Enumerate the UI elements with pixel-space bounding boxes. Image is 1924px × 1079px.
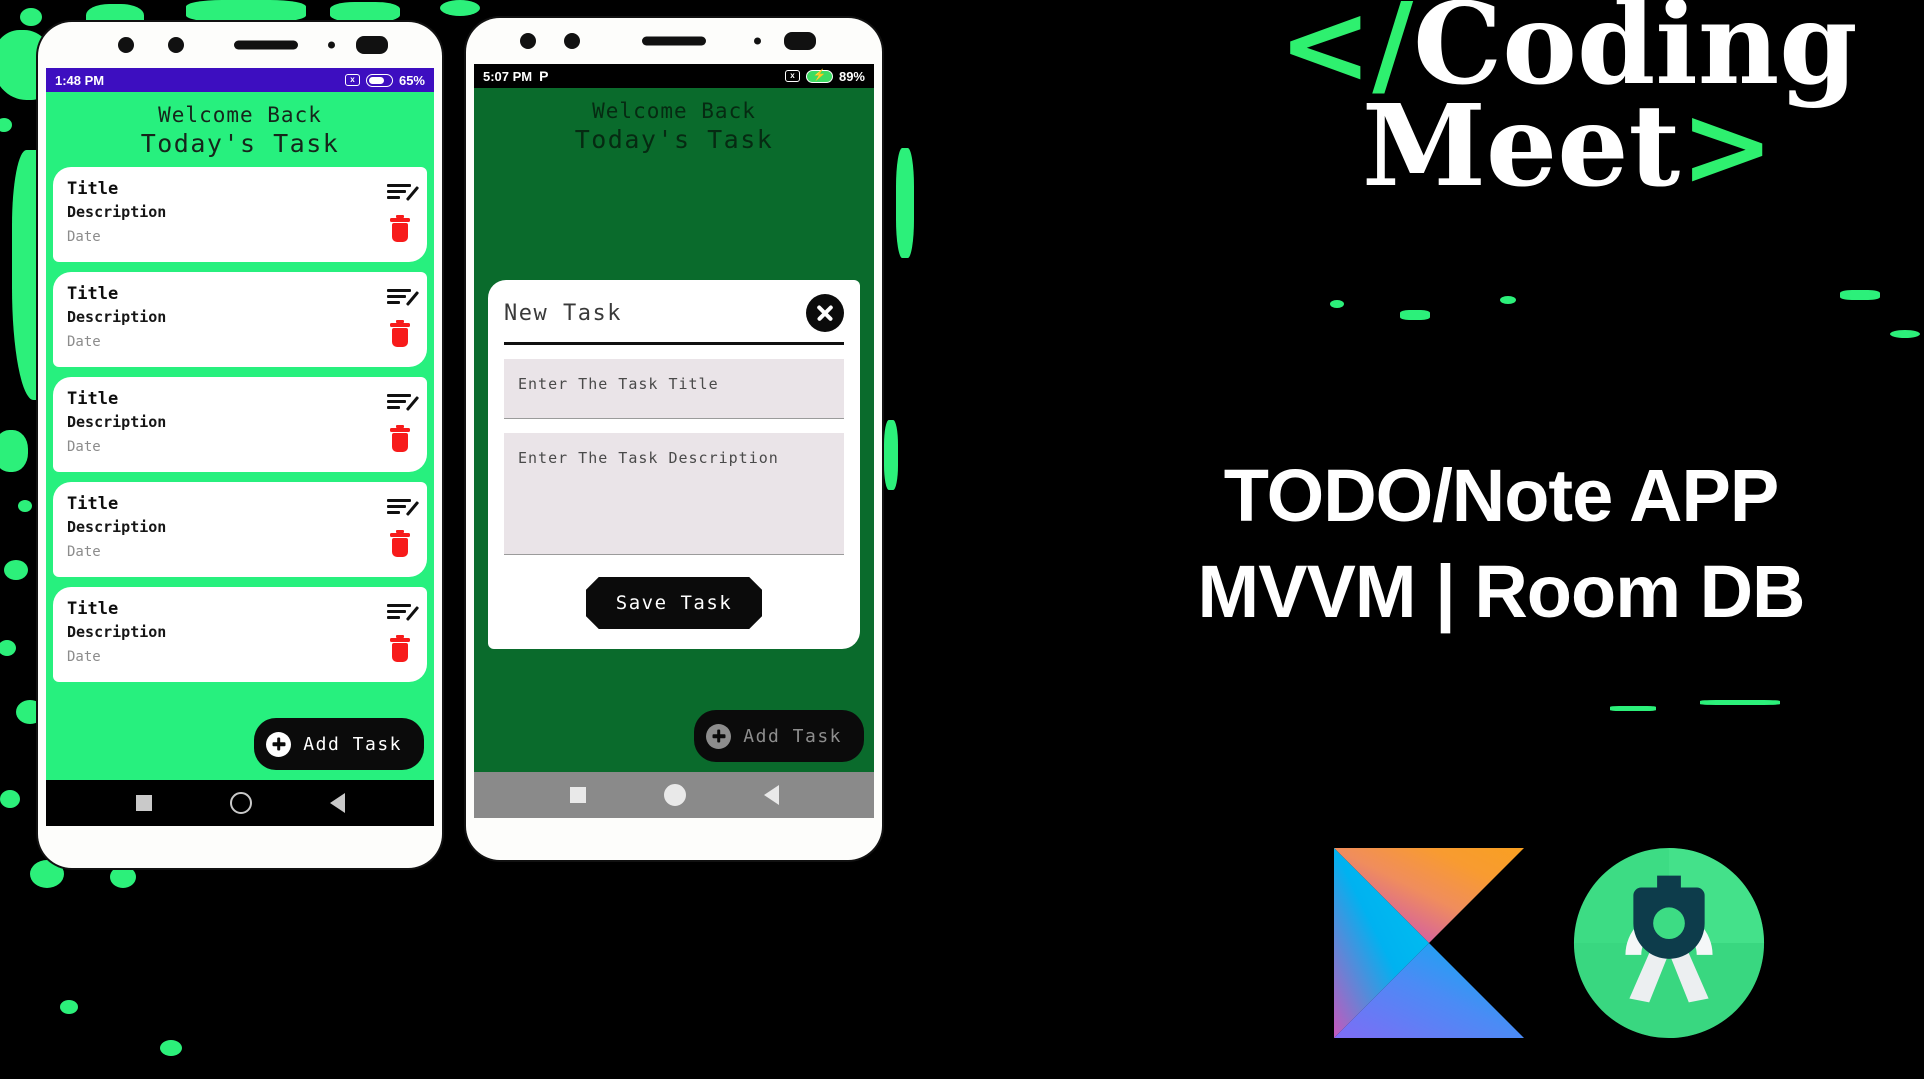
- edit-icon[interactable]: [387, 287, 420, 309]
- dialog-divider: [504, 342, 844, 345]
- add-task-label: Add Task: [303, 733, 402, 755]
- headline-line-2: MVVM | Room DB: [1197, 550, 1806, 633]
- delete-icon[interactable]: [389, 530, 411, 558]
- new-task-screen: Welcome Back Today's Task New Task Enter…: [474, 88, 874, 772]
- home-icon[interactable]: [663, 784, 686, 806]
- sensor-dot-icon: [564, 33, 580, 49]
- task-description-input[interactable]: Enter The Task Description: [504, 433, 844, 555]
- task-date: Date: [67, 334, 101, 350]
- delete-icon[interactable]: [389, 215, 411, 243]
- status-bar-left: 1:48 PM x 65%: [46, 68, 434, 92]
- task-description: Description: [67, 413, 167, 431]
- android-studio-logo: [1573, 847, 1765, 1039]
- recents-icon[interactable]: [135, 795, 152, 811]
- recents-icon[interactable]: [569, 787, 586, 803]
- earpiece-speaker: [642, 36, 706, 46]
- parking-p-icon: P: [539, 68, 549, 84]
- close-icon[interactable]: [806, 294, 844, 332]
- mute-icon: x: [344, 74, 360, 86]
- app-header-left: Welcome Back Today's Task: [46, 92, 434, 167]
- edit-icon[interactable]: [387, 602, 420, 624]
- task-description: Description: [67, 623, 167, 641]
- status-bar-right: 5:07 PM P x ⚡ 89%: [474, 64, 874, 88]
- save-task-button[interactable]: Save Task: [586, 577, 762, 629]
- phone-bezel-top: [38, 22, 442, 68]
- new-task-dialog: New Task Enter The Task Title Enter The …: [488, 280, 860, 649]
- phone-bezel-top: [466, 18, 882, 64]
- task-title: Title: [67, 389, 119, 409]
- phone-left: 1:48 PM x 65% Welcome Back Today's Task …: [38, 22, 442, 868]
- task-title: Title: [67, 494, 119, 514]
- welcome-text: Welcome Back: [158, 103, 322, 127]
- camera-dot-icon: [118, 37, 134, 53]
- battery-icon: [365, 73, 393, 87]
- task-date: Date: [67, 439, 101, 455]
- edit-icon[interactable]: [387, 182, 420, 204]
- sensor-dot-icon: [168, 37, 184, 53]
- task-date: Date: [67, 544, 101, 560]
- front-camera-icon: [356, 36, 388, 54]
- mute-icon: x: [784, 70, 800, 82]
- edit-icon[interactable]: [387, 392, 420, 414]
- task-description: Description: [67, 518, 167, 536]
- battery-charging-icon: ⚡: [805, 69, 833, 83]
- plus-icon: [706, 723, 732, 749]
- earpiece-speaker: [234, 40, 298, 50]
- back-icon[interactable]: [763, 785, 779, 805]
- camera-dot-icon: [520, 33, 536, 49]
- add-task-button[interactable]: Add Task: [694, 710, 864, 762]
- home-icon[interactable]: [229, 792, 252, 814]
- edit-icon[interactable]: [387, 497, 420, 519]
- task-card[interactable]: Title Description Date: [53, 272, 427, 367]
- task-date: Date: [67, 649, 101, 665]
- task-description: Description: [67, 203, 167, 221]
- headline-line-1: TODO/Note APP: [1223, 454, 1779, 537]
- task-card[interactable]: Title Description Date: [53, 377, 427, 472]
- coding-meet-logo: </Coding Meet>: [1228, 0, 1908, 244]
- logo-word-meet: Meet: [1361, 81, 1681, 212]
- task-list[interactable]: Title Description Date Title Description…: [46, 167, 434, 682]
- dialog-title: New Task: [504, 300, 622, 326]
- task-date: Date: [67, 229, 101, 245]
- proximity-dot-icon: [328, 41, 335, 49]
- android-nav-bar-left: [46, 780, 434, 826]
- add-task-label: Add Task: [743, 725, 842, 747]
- delete-icon[interactable]: [389, 635, 411, 663]
- task-title: Title: [67, 284, 119, 304]
- add-task-button[interactable]: Add Task: [254, 718, 424, 770]
- task-title: Title: [67, 599, 119, 619]
- task-title: Title: [67, 179, 119, 199]
- page-title: Today's Task: [140, 129, 340, 158]
- delete-icon[interactable]: [389, 320, 411, 348]
- close-code-bracket-icon: >: [1680, 81, 1775, 212]
- kotlin-logo: [1334, 848, 1524, 1038]
- phone-right-screen: 5:07 PM P x ⚡ 89% Welcome Back Today's T…: [474, 64, 874, 818]
- proximity-dot-icon: [754, 37, 761, 45]
- delete-icon[interactable]: [389, 425, 411, 453]
- status-time: 1:48 PM: [55, 72, 105, 88]
- front-camera-icon: [784, 32, 816, 50]
- plus-icon: [266, 731, 292, 757]
- task-card[interactable]: Title Description Date: [53, 587, 427, 682]
- battery-percent: 89%: [838, 68, 865, 84]
- headline: TODO/Note APP MVVM | Room DB: [1096, 448, 1906, 640]
- back-icon[interactable]: [329, 793, 345, 813]
- battery-percent: 65%: [398, 72, 425, 88]
- phone-left-screen: 1:48 PM x 65% Welcome Back Today's Task …: [46, 68, 434, 826]
- task-title-input[interactable]: Enter The Task Title: [504, 359, 844, 419]
- task-card[interactable]: Title Description Date: [53, 482, 427, 577]
- android-nav-bar-right: [474, 772, 874, 818]
- phone-right: 5:07 PM P x ⚡ 89% Welcome Back Today's T…: [466, 18, 882, 860]
- todo-list-screen: Welcome Back Today's Task Title Descript…: [46, 92, 434, 780]
- task-card[interactable]: Title Description Date: [53, 167, 427, 262]
- task-description: Description: [67, 308, 167, 326]
- status-time: 5:07 PM: [483, 68, 533, 84]
